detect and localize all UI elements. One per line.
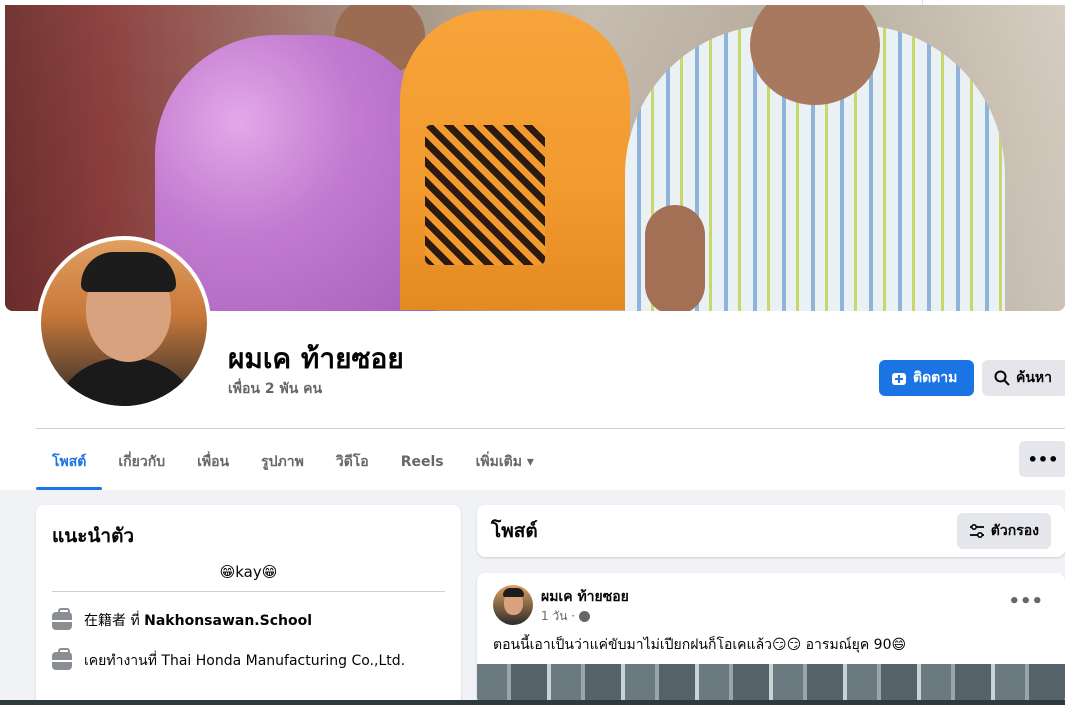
search-button-label: ค้นหา: [1016, 370, 1053, 386]
tab-reels[interactable]: Reels: [385, 434, 460, 490]
intro-title: แนะนำตัว: [52, 525, 135, 547]
post-timestamp[interactable]: 1 วัน ·: [541, 607, 575, 626]
profile-avatar[interactable]: [37, 236, 211, 410]
intro-bio: 😁kay😁: [52, 563, 445, 592]
avatar-shirt: [51, 358, 201, 406]
tab-photos[interactable]: รูปภาพ: [245, 434, 320, 490]
post-card: ผมเค ท้ายซอย 1 วัน · ••• ตอนนี้เอาเป็นว่…: [477, 573, 1065, 705]
header-divider: [36, 428, 1065, 429]
friends-count[interactable]: เพื่อน 2 พัน คน: [228, 378, 322, 400]
intro-row-value[interactable]: Nakhonsawan.School: [144, 613, 312, 629]
posts-title: โพสต์: [491, 520, 538, 542]
intro-row-work: เคยทำงานที่ Thai Honda Manufacturing Co.…: [52, 648, 445, 672]
profile-name: ผมเค ท้ายซอย: [228, 342, 404, 375]
filter-icon: [969, 524, 984, 538]
cover-person-arm: [645, 205, 705, 311]
post-more-button[interactable]: •••: [1008, 591, 1043, 612]
globe-icon: [579, 611, 591, 622]
search-icon: [994, 370, 1010, 386]
follow-button[interactable]: ติดตาม: [879, 360, 974, 396]
tab-about[interactable]: เกี่ยวกับ: [102, 434, 181, 490]
cover-shirt-pattern: [425, 125, 545, 265]
intro-row-text: 在籍者 ที่ Nakhonsawan.School: [84, 610, 312, 632]
intro-row-prefix: 在籍者 ที่: [84, 613, 145, 629]
post-author-name[interactable]: ผมเค ท้ายซอย: [541, 586, 629, 608]
post-image[interactable]: [477, 664, 1065, 705]
filter-button-label: ตัวกรอง: [990, 523, 1039, 539]
profile-more-button[interactable]: •••: [1019, 441, 1065, 477]
filter-button[interactable]: ตัวกรอง: [956, 513, 1051, 549]
intro-row-school: 在籍者 ที่ Nakhonsawan.School: [52, 608, 445, 632]
tab-friends[interactable]: เพื่อน: [181, 434, 245, 490]
intro-row-text: เคยทำงานที่ Thai Honda Manufacturing Co.…: [84, 650, 405, 672]
intro-card: แนะนำตัว 😁kay😁 在籍者 ที่ Nakhonsawan.Schoo…: [36, 505, 461, 705]
briefcase-icon: [52, 608, 72, 630]
tab-posts[interactable]: โพสต์: [36, 434, 103, 490]
profile-tabs: โพสต์ เกี่ยวกับ เพื่อน รูปภาพ วิดีโอ Ree…: [36, 434, 550, 490]
tab-more[interactable]: เพิ่มเติม ▾: [460, 434, 550, 490]
post-meta: 1 วัน ·: [541, 607, 591, 626]
briefcase-icon: [52, 648, 72, 670]
intro-row-prefix: เคยทำงานที่: [84, 653, 162, 669]
tab-videos[interactable]: วิดีโอ: [320, 434, 385, 490]
posts-header-card: โพสต์ ตัวกรอง: [477, 505, 1065, 557]
intro-row-value[interactable]: Thai Honda Manufacturing Co.,Ltd.: [161, 653, 405, 669]
post-author-avatar[interactable]: [493, 585, 533, 625]
follow-plus-icon: [892, 373, 906, 385]
cover-person-purple-dress: [155, 35, 435, 311]
avatar-hair: [81, 252, 176, 292]
avatar-hair: [503, 588, 524, 597]
avatar-photo: [41, 240, 207, 406]
search-button[interactable]: ค้นหา: [982, 360, 1065, 396]
post-text: ตอนนี้เอาเป็นว่าแค่ขับมาไม่เปียกฝนก็โอเค…: [493, 637, 907, 653]
follow-button-label: ติดตาม: [913, 370, 958, 386]
taskbar-edge: [0, 700, 1065, 705]
